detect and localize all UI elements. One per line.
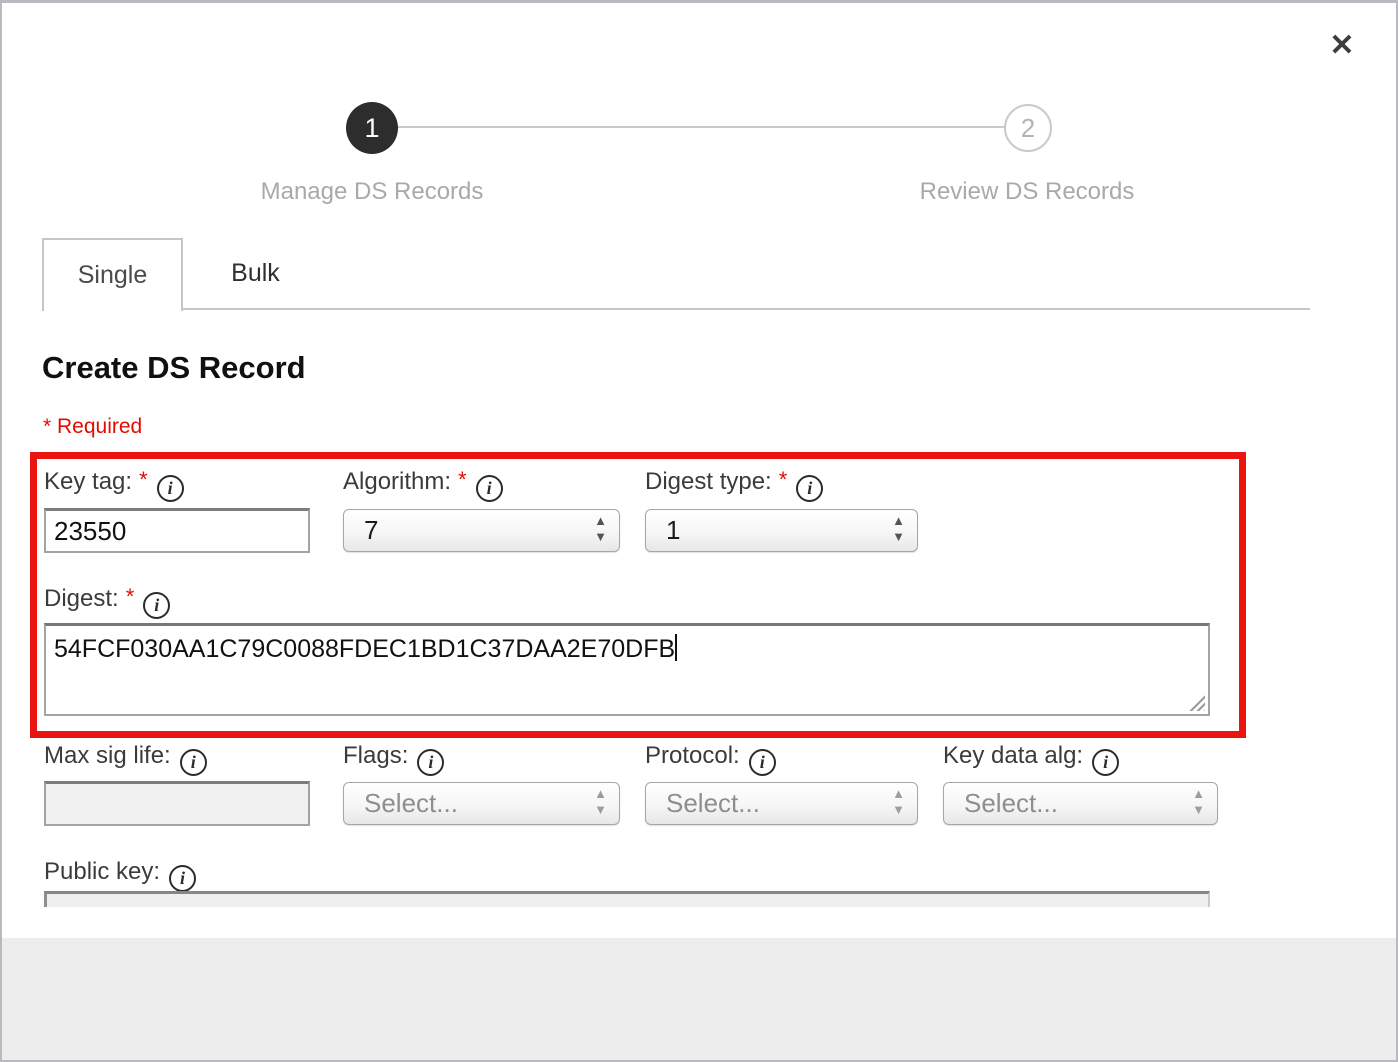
key-tag-input[interactable]: 23550 xyxy=(44,508,310,553)
info-icon[interactable]: i xyxy=(1092,749,1119,776)
close-icon[interactable]: ✕ xyxy=(1322,26,1362,66)
spinner-arrows-icon: ▲▼ xyxy=(594,514,607,546)
step-1-circle: 1 xyxy=(346,102,398,154)
tab-bulk[interactable]: Bulk xyxy=(185,238,326,311)
info-icon[interactable]: i xyxy=(143,592,170,619)
info-icon[interactable]: i xyxy=(476,475,503,502)
required-asterisk: * xyxy=(458,467,467,492)
key-tag-label-text: Key tag: xyxy=(44,468,132,495)
info-icon[interactable]: i xyxy=(169,865,196,892)
key-data-alg-label-text: Key data alg: xyxy=(943,742,1083,769)
public-key-textarea[interactable] xyxy=(44,891,1210,907)
algorithm-label-text: Algorithm: xyxy=(343,468,451,495)
step-1-label: Manage DS Records xyxy=(222,178,522,206)
protocol-select[interactable]: Select... ▲▼ xyxy=(645,782,918,825)
digest-type-label-text: Digest type: xyxy=(645,468,772,495)
spinner-arrows-icon: ▲▼ xyxy=(892,787,905,819)
create-ds-record-dialog: ✕ 1 2 Manage DS Records Review DS Record… xyxy=(0,0,1398,1062)
required-asterisk: * xyxy=(139,467,148,492)
info-icon[interactable]: i xyxy=(749,749,776,776)
spinner-arrows-icon: ▲▼ xyxy=(892,514,905,546)
max-sig-life-input[interactable] xyxy=(44,781,310,826)
protocol-label-text: Protocol: xyxy=(645,742,740,769)
digest-value: 54FCF030AA1C79C0088FDEC1BD1C37DAA2E70DFB xyxy=(54,635,675,663)
info-icon[interactable]: i xyxy=(180,749,207,776)
tab-single[interactable]: Single xyxy=(42,238,183,311)
required-asterisk: * xyxy=(126,584,135,609)
key-tag-label: Key tag: * i xyxy=(44,468,184,502)
digest-type-select[interactable]: 1 ▲▼ xyxy=(645,509,918,552)
stepper-connector xyxy=(397,126,1005,128)
flags-label-text: Flags: xyxy=(343,742,408,769)
algorithm-select-value: 7 xyxy=(364,515,378,545)
digest-type-select-value: 1 xyxy=(666,515,680,545)
flags-select[interactable]: Select... ▲▼ xyxy=(343,782,620,825)
max-sig-life-label-text: Max sig life: xyxy=(44,742,171,769)
flags-label: Flags: i xyxy=(343,742,444,776)
key-data-alg-select[interactable]: Select... ▲▼ xyxy=(943,782,1218,825)
digest-label-text: Digest: xyxy=(44,585,119,612)
info-icon[interactable]: i xyxy=(796,475,823,502)
algorithm-select[interactable]: 7 ▲▼ xyxy=(343,509,620,552)
info-icon[interactable]: i xyxy=(157,475,184,502)
key-data-alg-select-value: Select... xyxy=(964,788,1058,818)
spinner-arrows-icon: ▲▼ xyxy=(1192,787,1205,819)
protocol-select-value: Select... xyxy=(666,788,760,818)
page-title: Create DS Record xyxy=(42,350,306,386)
digest-textarea[interactable]: 54FCF030AA1C79C0088FDEC1BD1C37DAA2E70DFB xyxy=(44,623,1210,716)
text-caret xyxy=(675,634,677,661)
public-key-label: Public key: i xyxy=(44,858,196,892)
step-2-circle: 2 xyxy=(1004,104,1052,152)
spinner-arrows-icon: ▲▼ xyxy=(594,787,607,819)
algorithm-label: Algorithm: * i xyxy=(343,468,503,502)
required-asterisk: * xyxy=(779,467,788,492)
flags-select-value: Select... xyxy=(364,788,458,818)
max-sig-life-label: Max sig life: i xyxy=(44,742,207,776)
step-2-label: Review DS Records xyxy=(877,178,1177,206)
protocol-label: Protocol: i xyxy=(645,742,776,776)
digest-type-label: Digest type: * i xyxy=(645,468,823,502)
digest-label: Digest: * i xyxy=(44,585,170,619)
key-data-alg-label: Key data alg: i xyxy=(943,742,1119,776)
dialog-footer: Cancel Back Next xyxy=(2,938,1396,1060)
public-key-label-text: Public key: xyxy=(44,858,160,885)
required-note: * Required xyxy=(43,415,142,439)
resize-handle[interactable] xyxy=(1188,694,1205,711)
info-icon[interactable]: i xyxy=(417,749,444,776)
